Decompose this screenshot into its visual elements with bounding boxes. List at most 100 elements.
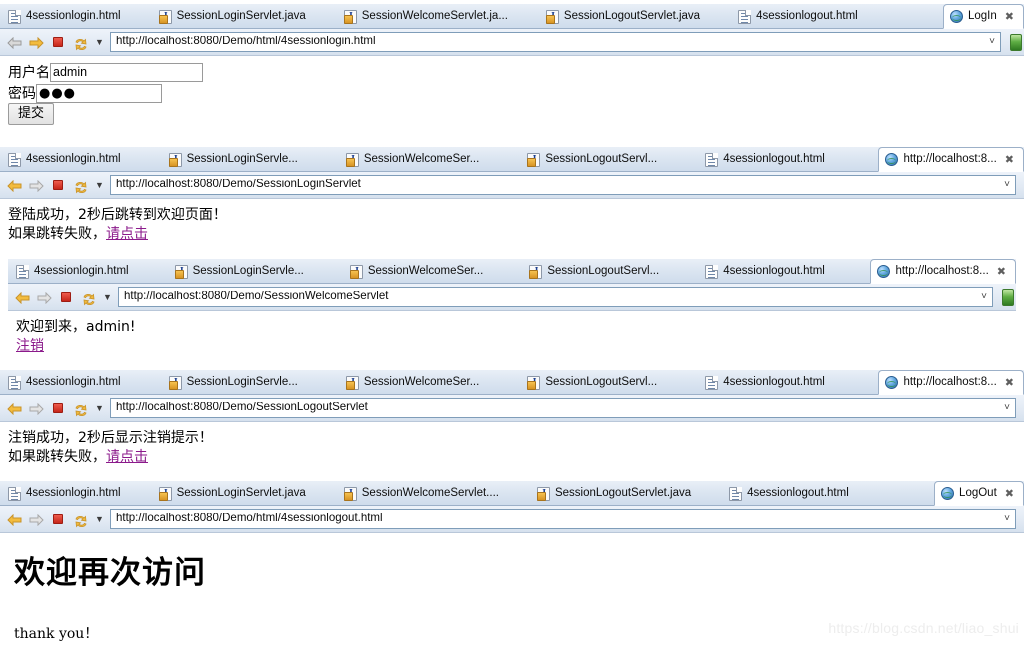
stop-icon[interactable]	[50, 177, 67, 194]
chevron-down-icon[interactable]: ▼	[94, 37, 105, 47]
tab-sessionwelcomeservlet-java[interactable]: J SessionWelcomeSer...	[340, 147, 489, 172]
refresh-icon[interactable]	[72, 34, 89, 51]
tab-label: 4sessionlogin.html	[26, 153, 121, 166]
close-icon[interactable]: ✖	[997, 266, 1006, 278]
tab-sessionlogoutservlet-java[interactable]: J SessionLogoutServlet.java	[540, 4, 710, 29]
refresh-icon[interactable]	[72, 400, 89, 417]
fallback-message: 如果跳转失败，请点击	[8, 448, 1024, 467]
refresh-icon[interactable]	[72, 177, 89, 194]
tab-welcome-servlet-active[interactable]: http://localhost:8... ✖	[870, 259, 1016, 284]
tab-login-servlet-active[interactable]: http://localhost:8... ✖	[878, 147, 1024, 172]
chevron-down-icon[interactable]: ▼	[102, 292, 113, 302]
tab-sessionloginservlet-java[interactable]: J SessionLoginServle...	[163, 370, 308, 395]
close-icon[interactable]: ✖	[1005, 11, 1014, 23]
back-arrow-icon[interactable]	[6, 34, 23, 51]
close-icon[interactable]: ✖	[1005, 488, 1014, 500]
page-content-welcome-servlet: 欢迎到来，admin! 注销	[8, 311, 1016, 367]
tab-4sessionlogin-html[interactable]: 4sessionlogin.html	[0, 370, 131, 395]
address-bar[interactable]: http://localhost:8080/Demo/SessionLogout…	[110, 398, 1016, 418]
tab-label: SessionLogoutServl...	[545, 376, 658, 389]
back-arrow-icon[interactable]	[6, 177, 23, 194]
tab-4sessionlogin-html[interactable]: 4sessionlogin.html	[0, 4, 131, 29]
tab-sessionwelcomeservlet-java[interactable]: J SessionWelcomeServlet....	[338, 481, 509, 506]
chevron-down-icon[interactable]: ˅	[986, 37, 998, 47]
tab-4sessionlogout-html[interactable]: 4sessionlogout.html	[723, 481, 859, 506]
tab-sessionloginservlet-java[interactable]: J SessionLoginServle...	[169, 259, 314, 284]
tab-sessionwelcomeservlet-java[interactable]: J SessionWelcomeServlet.ja...	[338, 4, 518, 29]
chevron-down-icon[interactable]: ▼	[94, 180, 105, 190]
globe-icon	[950, 10, 963, 23]
close-icon[interactable]: ✖	[1005, 377, 1014, 389]
address-input[interactable]: http://localhost:8080/Demo/SessionWelcom…	[124, 291, 978, 303]
go-icon[interactable]	[1002, 288, 1014, 306]
address-bar[interactable]: http://localhost:8080/Demo/SessionLoginS…	[110, 175, 1016, 195]
tab-4sessionlogin-html[interactable]: 4sessionlogin.html	[8, 259, 139, 284]
address-bar[interactable]: http://localhost:8080/Demo/SessionWelcom…	[118, 287, 993, 307]
fallback-message: 如果跳转失败，请点击	[8, 225, 1024, 244]
close-icon[interactable]: ✖	[1005, 154, 1014, 166]
back-arrow-icon[interactable]	[14, 289, 31, 306]
address-bar[interactable]: http://localhost:8080/Demo/html/4session…	[110, 32, 1001, 52]
tab-sessionlogoutservlet-java[interactable]: J SessionLogoutServl...	[521, 370, 667, 395]
tab-4sessionlogin-html[interactable]: 4sessionlogin.html	[0, 481, 131, 506]
click-here-link[interactable]: 请点击	[106, 226, 148, 242]
tab-sessionlogoutservlet-java[interactable]: J SessionLogoutServl...	[521, 147, 667, 172]
back-arrow-icon[interactable]	[6, 511, 23, 528]
logout-link[interactable]: 注销	[16, 338, 44, 354]
chevron-down-icon[interactable]: ˅	[1001, 180, 1013, 190]
tab-sessionwelcomeservlet-java[interactable]: J SessionWelcomeSer...	[340, 370, 489, 395]
chevron-down-icon[interactable]: ˅	[978, 292, 990, 302]
username-input[interactable]: admin	[50, 63, 203, 82]
stop-icon[interactable]	[50, 400, 67, 417]
address-bar[interactable]: http://localhost:8080/Demo/html/4session…	[110, 509, 1016, 529]
tab-sessionloginservlet-java[interactable]: J SessionLoginServlet.java	[153, 481, 316, 506]
tab-sessionwelcomeservlet-java[interactable]: J SessionWelcomeSer...	[344, 259, 493, 284]
tab-4sessionlogout-html[interactable]: 4sessionlogout.html	[732, 4, 868, 29]
tab-4sessionlogout-html[interactable]: 4sessionlogout.html	[699, 370, 835, 395]
password-input[interactable]: ●●●	[36, 84, 162, 103]
address-input[interactable]: http://localhost:8080/Demo/html/4session…	[116, 513, 1001, 525]
back-arrow-icon[interactable]	[6, 400, 23, 417]
address-input[interactable]: http://localhost:8080/Demo/html/4session…	[116, 36, 986, 48]
address-input[interactable]: http://localhost:8080/Demo/SessionLogout…	[116, 402, 1001, 414]
forward-arrow-icon[interactable]	[28, 511, 45, 528]
chevron-down-icon[interactable]: ▼	[94, 514, 105, 524]
tab-4sessionlogout-html[interactable]: 4sessionlogout.html	[699, 147, 835, 172]
tab-sessionlogoutservlet-java[interactable]: J SessionLogoutServl...	[523, 259, 669, 284]
go-icon[interactable]	[1010, 33, 1022, 51]
tab-label: SessionLoginServlet.java	[176, 487, 306, 500]
refresh-icon[interactable]	[80, 289, 97, 306]
tab-label: SessionWelcomeSer...	[363, 376, 480, 389]
html-file-icon	[705, 375, 719, 390]
tab-sessionloginservlet-java[interactable]: J SessionLoginServlet.java	[153, 4, 316, 29]
forward-arrow-icon[interactable]	[28, 400, 45, 417]
chevron-down-icon[interactable]: ˅	[1001, 514, 1013, 524]
html-file-icon	[8, 9, 21, 24]
tab-logout-active[interactable]: LogOut ✖	[934, 481, 1024, 506]
chevron-down-icon[interactable]: ˅	[1001, 403, 1013, 413]
address-input[interactable]: http://localhost:8080/Demo/SessionLoginS…	[116, 179, 1001, 191]
click-here-link[interactable]: 请点击	[106, 449, 148, 465]
submit-button[interactable]: 提交	[8, 103, 55, 125]
stop-icon[interactable]	[58, 289, 75, 306]
welcome-message: 欢迎到来，admin!	[16, 319, 136, 335]
tab-4sessionlogin-html[interactable]: 4sessionlogin.html	[0, 147, 131, 172]
globe-icon	[885, 376, 899, 389]
tab-label: SessionWelcomeServlet....	[361, 487, 499, 500]
tab-label: SessionLoginServlet.java	[176, 10, 306, 23]
tab-sessionloginservlet-java[interactable]: J SessionLoginServle...	[163, 147, 308, 172]
forward-arrow-icon[interactable]	[28, 34, 45, 51]
stop-icon[interactable]	[50, 34, 67, 51]
java-file-icon: J	[529, 264, 543, 279]
tab-login-active[interactable]: LogIn ✖	[943, 4, 1024, 29]
password-label: 密码	[8, 85, 36, 102]
java-file-icon: J	[174, 264, 188, 279]
stop-icon[interactable]	[50, 511, 67, 528]
forward-arrow-icon[interactable]	[28, 177, 45, 194]
tab-logout-servlet-active[interactable]: http://localhost:8... ✖	[878, 370, 1024, 395]
chevron-down-icon[interactable]: ▼	[94, 403, 105, 413]
forward-arrow-icon[interactable]	[36, 289, 53, 306]
tab-4sessionlogout-html[interactable]: 4sessionlogout.html	[699, 259, 835, 284]
tab-sessionlogoutservlet-java[interactable]: J SessionLogoutServlet.java	[531, 481, 701, 506]
refresh-icon[interactable]	[72, 511, 89, 528]
